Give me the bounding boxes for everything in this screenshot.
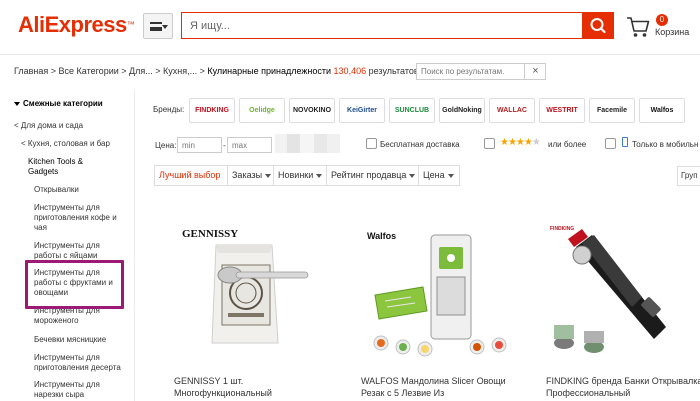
- sidebar-item-ice-cream[interactable]: Инструменты для мороженого: [34, 306, 114, 326]
- product-image[interactable]: Walfos: [361, 215, 531, 365]
- sidebar-item-home-garden[interactable]: < Для дома и сада: [14, 121, 132, 131]
- sidebar-item-cheese-tools[interactable]: Инструменты для нарезки сыра: [34, 380, 112, 400]
- sort-seller-rating[interactable]: Рейтинг продавца: [327, 166, 419, 185]
- group-select[interactable]: Груп: [677, 166, 700, 186]
- sidebar-item-butcher-twine[interactable]: Бечевки мясницкие: [34, 335, 128, 345]
- product-title[interactable]: GENNISSY 1 шт. Многофункциональный: [174, 375, 339, 399]
- breadcrumb-path[interactable]: Главная > Все Категории > Для... > Кухня…: [14, 66, 207, 76]
- brand-logo-goldnoking[interactable]: GoldNoking: [439, 98, 485, 123]
- sidebar-item-openers[interactable]: Открывалки: [34, 185, 128, 195]
- sidebar-item-egg-tools[interactable]: Инструменты для работы с яйцами: [34, 241, 112, 261]
- breadcrumb: Главная > Все Категории > Для... > Кухня…: [14, 66, 426, 76]
- brand-logo-novokino[interactable]: NOVOKINO: [289, 98, 335, 123]
- search-icon: [590, 18, 606, 34]
- rating-stars: ★★★★★: [500, 137, 541, 148]
- menu-icon: [150, 22, 162, 31]
- clear-refine-button[interactable]: ×: [524, 63, 546, 80]
- price-label: Цена:: [155, 141, 177, 150]
- mobile-only-label: Только в мобильн: [632, 140, 699, 149]
- sort-best-match[interactable]: Лучший выбор: [155, 166, 228, 185]
- rating-checkbox[interactable]: [484, 138, 495, 149]
- product-brand: GENNISSY: [182, 228, 238, 240]
- swatch: [314, 134, 327, 153]
- rating-suffix: или более: [548, 140, 587, 149]
- free-shipping-label: Бесплатная доставка: [380, 140, 460, 149]
- swatch: [327, 134, 340, 153]
- chevron-down-icon: [162, 25, 168, 29]
- product-card[interactable]: FINDKING FINDKING бренда Банки Открывалк…: [546, 215, 700, 401]
- brand-logo-oelidge[interactable]: Oelidge: [239, 98, 285, 123]
- results-count: 130,406: [333, 66, 367, 76]
- product-card[interactable]: Walfos WALFOS Мандолина Slicer Овощи Рез…: [361, 215, 531, 401]
- sort-orders[interactable]: Заказы: [228, 166, 274, 185]
- price-dash: -: [223, 141, 226, 150]
- chevron-down-icon: [316, 173, 323, 178]
- header-divider: [0, 54, 700, 55]
- sort-bar: Лучший выбор Заказы Новинки Рейтинг прод…: [154, 165, 460, 186]
- cart-label: Корзина: [655, 27, 690, 37]
- search-input[interactable]: [181, 12, 583, 39]
- product-image[interactable]: GENNISSY: [174, 215, 344, 365]
- swatch: [275, 134, 287, 153]
- brand-logo-sunclub[interactable]: SUNCLUB: [389, 98, 435, 123]
- chevron-down-icon: [409, 173, 416, 178]
- product-card[interactable]: GENNISSY GENNISSY 1 шт. Многофункциональ…: [174, 215, 344, 401]
- page-root: AliExpress™ 0 Корзина Главная > Все Кате…: [0, 0, 700, 401]
- triangle-down-icon: [14, 101, 20, 106]
- free-shipping-checkbox[interactable]: [366, 138, 377, 149]
- brand-logo-walfos[interactable]: Walfos: [639, 98, 685, 123]
- price-range-swatches[interactable]: [275, 134, 340, 153]
- product-brand: Walfos: [367, 231, 396, 241]
- mobile-only-checkbox[interactable]: [605, 138, 616, 149]
- swatch: [300, 134, 314, 153]
- brand-logo-facemile[interactable]: Facemile: [589, 98, 635, 123]
- chevron-down-icon: [265, 173, 272, 178]
- breadcrumb-current: Кулинарные принадлежности: [207, 66, 332, 76]
- brand-logo-keigirter[interactable]: KeiGirter: [339, 98, 385, 123]
- sidebar-item-coffee-tea[interactable]: Инструменты для приготовления кофе и чая: [34, 203, 128, 233]
- sidebar-item-kitchen-tools[interactable]: Kitchen Tools & Gadgets: [28, 157, 114, 177]
- swatch: [287, 134, 300, 153]
- price-min-input[interactable]: [177, 137, 222, 153]
- sort-price[interactable]: Цена: [419, 166, 459, 185]
- brand-logo-wallac[interactable]: WALLAC: [489, 98, 535, 123]
- chevron-down-icon: [447, 173, 454, 178]
- cart-button[interactable]: 0 Корзина: [626, 13, 696, 41]
- aliexpress-logo[interactable]: AliExpress™: [18, 12, 135, 38]
- brand-logo-findking[interactable]: FINDKING: [189, 98, 235, 123]
- category-menu-button[interactable]: [143, 13, 173, 39]
- price-max-input[interactable]: [227, 137, 272, 153]
- product-image[interactable]: FINDKING: [546, 215, 700, 365]
- product-title[interactable]: FINDKING бренда Банки Открывалка Професс…: [546, 375, 700, 399]
- phone-icon: [622, 137, 628, 147]
- product-brand: FINDKING: [550, 226, 574, 232]
- sidebar-item-dessert-tools[interactable]: Инструменты для приготовления десерта: [34, 353, 128, 373]
- highlight-annotation: [25, 260, 124, 309]
- cart-icon: [627, 17, 650, 37]
- cart-count-badge: 0: [656, 14, 668, 26]
- brands-label: Бренды:: [153, 105, 185, 114]
- sidebar-item-kitchen-dining[interactable]: < Кухня, столовая и бар: [21, 139, 131, 149]
- sidebar: Смежные категории < Для дома и сада < Ку…: [0, 90, 135, 401]
- search-button[interactable]: [582, 12, 614, 39]
- sort-newest[interactable]: Новинки: [274, 166, 327, 185]
- product-title[interactable]: WALFOS Мандолина Slicer Овощи Резак с 5 …: [361, 375, 526, 399]
- brand-logo-westrit[interactable]: WESTRIT: [539, 98, 585, 123]
- sidebar-title: Смежные категории: [14, 99, 103, 108]
